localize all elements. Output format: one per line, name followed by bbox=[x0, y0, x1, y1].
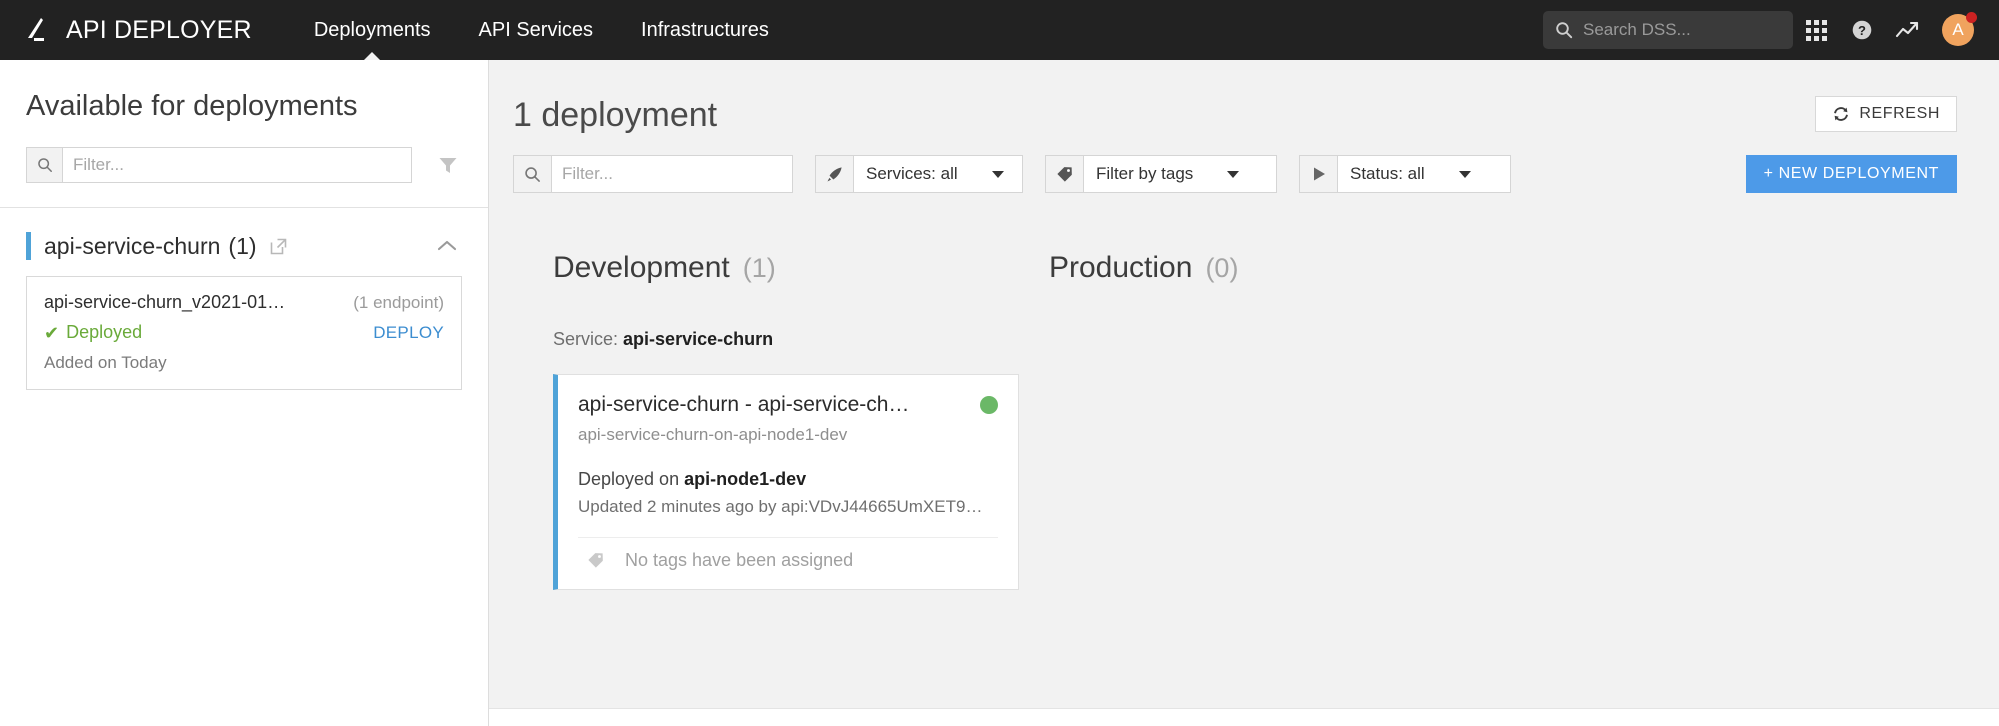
service-label-name: api-service-churn bbox=[623, 329, 774, 349]
version-card-row-top: api-service-churn_v2021-01… (1 endpoint) bbox=[44, 292, 444, 313]
funnel-filter-icon[interactable] bbox=[434, 151, 462, 179]
service-group-name: api-service-churn bbox=[44, 232, 221, 259]
check-icon: ✔ bbox=[44, 322, 60, 343]
chevron-up-icon[interactable] bbox=[432, 239, 462, 253]
page-title: 1 deployment bbox=[513, 96, 718, 134]
sidebar-filter-input[interactable] bbox=[63, 148, 411, 182]
deployment-title: api-service-churn - api-service-ch… bbox=[578, 393, 910, 416]
service-group: api-service-churn (1) api-service-churn_… bbox=[0, 208, 488, 390]
version-status: ✔ Deployed bbox=[44, 322, 142, 343]
svg-text:?: ? bbox=[1858, 23, 1866, 38]
tag-icon bbox=[586, 551, 605, 570]
apps-grid-icon[interactable] bbox=[1793, 0, 1839, 60]
deployment-node-line: Deployed on api-node1-dev bbox=[578, 469, 998, 490]
version-card[interactable]: api-service-churn_v2021-01… (1 endpoint)… bbox=[26, 276, 462, 390]
caret-down-icon bbox=[991, 170, 1004, 178]
service-accent-bar bbox=[26, 232, 31, 260]
brand-title: API DEPLOYER bbox=[66, 15, 252, 44]
deployment-card-header: api-service-churn - api-service-ch… bbox=[578, 393, 998, 417]
notification-badge-dot bbox=[1966, 12, 1977, 23]
dataiku-logo-icon[interactable] bbox=[14, 8, 58, 52]
main-header: 1 deployment REFRESH bbox=[489, 60, 1999, 135]
deployment-tags-row[interactable]: No tags have been assigned bbox=[578, 537, 998, 589]
column-production-name: Production bbox=[1049, 251, 1193, 284]
tags-filter-dropdown[interactable]: Filter by tags bbox=[1045, 155, 1277, 193]
version-endpoints-count: (1 endpoint) bbox=[353, 293, 444, 312]
service-group-count: (1) bbox=[228, 232, 257, 259]
page-body: Available for deployments Filter... api-… bbox=[0, 60, 1999, 726]
tags-filter-label: Filter by tags bbox=[1096, 164, 1194, 183]
column-development-header: Development (1) bbox=[513, 251, 987, 285]
column-production-count: (0) bbox=[1205, 253, 1239, 283]
column-development: Development (1) Service: api-service-chu… bbox=[489, 251, 1019, 590]
column-development-count: (1) bbox=[742, 253, 776, 283]
sidebar-filter-group[interactable] bbox=[26, 147, 412, 183]
services-filter-dropdown[interactable]: Services: all bbox=[815, 155, 1023, 193]
refresh-icon bbox=[1832, 105, 1850, 123]
version-card-row-status: ✔ Deployed DEPLOY bbox=[44, 322, 444, 343]
refresh-button-label: REFRESH bbox=[1859, 105, 1940, 122]
bottom-strip bbox=[489, 708, 1999, 726]
caret-down-icon bbox=[1227, 170, 1240, 178]
avatar[interactable]: A bbox=[1935, 0, 1981, 60]
services-filter-label: Services: all bbox=[866, 164, 958, 183]
nav-item-api-services[interactable]: API Services bbox=[455, 0, 617, 60]
search-icon bbox=[27, 148, 63, 182]
deployed-on-prefix: Deployed on bbox=[578, 469, 680, 489]
column-service-label: Service: api-service-churn bbox=[513, 329, 987, 350]
sidebar-title: Available for deployments bbox=[26, 90, 358, 122]
nav-right-tools: ? A bbox=[1543, 0, 1999, 60]
refresh-button[interactable]: REFRESH bbox=[1815, 96, 1957, 132]
column-development-name: Development bbox=[553, 251, 730, 284]
caret-down-icon bbox=[1458, 170, 1471, 178]
help-question-icon[interactable]: ? bbox=[1839, 0, 1885, 60]
sidebar-filter-row bbox=[0, 123, 488, 183]
deployments-filter-input[interactable] bbox=[552, 156, 792, 192]
service-group-header[interactable]: api-service-churn (1) bbox=[26, 208, 462, 260]
service-label-prefix: Service: bbox=[553, 329, 619, 349]
status-filter-select[interactable]: Status: all bbox=[1338, 156, 1510, 192]
deployments-toolbar: Services: all Filter by tags bbox=[489, 135, 1999, 193]
rocket-icon bbox=[816, 156, 854, 192]
tag-icon bbox=[1046, 156, 1084, 192]
version-added-date: Added on Today bbox=[44, 353, 167, 372]
deploy-button[interactable]: DEPLOY bbox=[373, 323, 444, 343]
deployments-filter-group[interactable] bbox=[513, 155, 793, 193]
deployment-subtitle: api-service-churn-on-api-node1-dev bbox=[578, 425, 848, 444]
global-search-input[interactable] bbox=[1583, 20, 1781, 40]
status-filter-dropdown[interactable]: Status: all bbox=[1299, 155, 1511, 193]
top-navigation-bar: API DEPLOYER Deployments API Services In… bbox=[0, 0, 1999, 60]
deployment-updated-line: Updated 2 minutes ago by api:VDvJ44665Um… bbox=[578, 497, 983, 516]
nav-item-deployments[interactable]: Deployments bbox=[290, 0, 455, 60]
available-deployments-sidebar: Available for deployments Filter... api-… bbox=[0, 60, 489, 726]
activity-trend-icon[interactable] bbox=[1885, 0, 1931, 60]
search-icon bbox=[1555, 21, 1573, 39]
deployment-card[interactable]: api-service-churn - api-service-ch… api-… bbox=[553, 374, 1019, 590]
column-production: Production (0) bbox=[987, 251, 1485, 590]
new-deployment-button[interactable]: + NEW DEPLOYMENT bbox=[1745, 155, 1957, 193]
tags-filter-select[interactable]: Filter by tags bbox=[1084, 156, 1276, 192]
deployed-on-node: api-node1-dev bbox=[684, 469, 807, 489]
deployment-tags-text: No tags have been assigned bbox=[625, 550, 854, 570]
deployment-columns: Development (1) Service: api-service-chu… bbox=[489, 193, 1999, 590]
global-search-box[interactable] bbox=[1543, 11, 1793, 49]
services-filter-select[interactable]: Services: all bbox=[854, 156, 1022, 192]
main-content: 1 deployment REFRESH Filter... Services:… bbox=[489, 60, 1999, 726]
play-triangle-icon bbox=[1300, 156, 1338, 192]
nav-item-infrastructures[interactable]: Infrastructures bbox=[617, 0, 793, 60]
primary-nav: Deployments API Services Infrastructures bbox=[290, 0, 793, 60]
version-status-label: Deployed bbox=[66, 322, 143, 342]
status-filter-label: Status: all bbox=[1350, 164, 1425, 183]
version-name: api-service-churn_v2021-01… bbox=[44, 292, 286, 312]
external-link-icon[interactable] bbox=[269, 237, 288, 256]
column-production-header: Production (0) bbox=[1009, 251, 1485, 285]
search-icon bbox=[514, 156, 552, 192]
